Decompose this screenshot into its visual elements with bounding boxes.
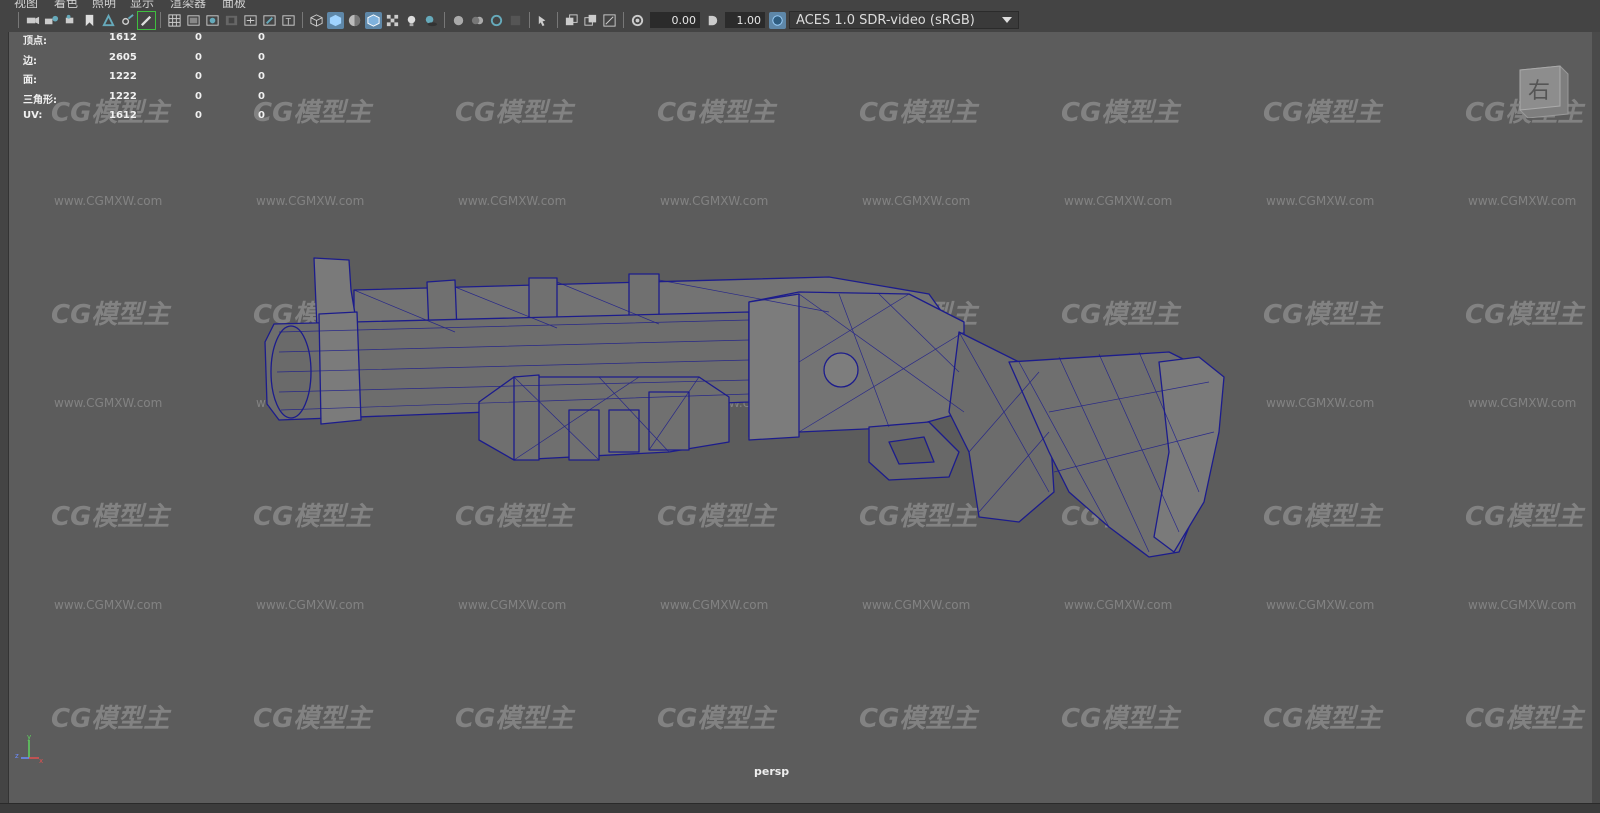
grid-icon[interactable] [166,12,183,29]
menu-view[interactable]: 视图 [14,0,38,8]
field-chart-icon[interactable] [242,12,259,29]
hud-row-faces: 面: 1222 0 0 [23,71,265,87]
xray-icon[interactable] [563,12,580,29]
viewport-persp[interactable]: CG模型主 CG模型主 CG模型主 CG模型主 CG模型主 CG模型主 CG模型… [8,32,1600,803]
multisample-aa-icon[interactable] [488,12,505,29]
xray-joints-icon[interactable] [601,12,618,29]
default-material-icon[interactable] [346,12,363,29]
textured-icon[interactable] [384,12,401,29]
poly-count-hud: 顶点: 1612 0 0 边: 2605 0 0 面: 1222 0 0 三角形: 1222 0 0 U… [23,32,283,130]
axis-gizmo: y z x [15,733,43,764]
image-plane-icon[interactable] [100,12,117,29]
select-camera-icon[interactable] [24,12,41,29]
gate-mask-icon[interactable] [223,12,240,29]
svg-text:x: x [39,757,43,764]
view-transform-value: ACES 1.0 SDR-video (sRGB) [796,12,975,28]
view-cube[interactable]: 右 [1514,62,1570,118]
wireframe-icon[interactable] [308,12,325,29]
depth-of-field-icon[interactable] [507,12,524,29]
resolution-gate-icon[interactable] [204,12,221,29]
safe-title-icon[interactable]: T [280,12,297,29]
svg-text:T: T [285,16,292,26]
camera-name-label: persp [754,765,790,778]
hud-row-uvs: UV: 1612 0 0 [23,110,265,122]
right-edge-panel [1592,32,1600,803]
hud-row-vertices: 顶点: 1612 0 0 [23,32,265,47]
hud-row-triangles: 三角形: 1222 0 0 [23,90,265,106]
panel-toolbar: T 0.00 1.00 ACES 1.0 SDR-video (sRGB) [0,8,1600,32]
camera-attributes-icon[interactable] [43,12,60,29]
xray-active-components-icon[interactable] [582,12,599,29]
smooth-shade-icon[interactable] [327,11,344,29]
gamma-field[interactable]: 1.00 [725,12,765,28]
isolate-select-icon[interactable] [535,12,552,29]
menu-lighting[interactable]: 照明 [92,0,116,8]
menu-shading[interactable]: 着色 [54,0,78,8]
exposure-icon[interactable] [629,12,646,29]
film-gate-icon[interactable] [185,12,202,29]
menu-bar: 视图 着色 照明 显示 渲染器 面板 [0,0,1600,8]
gamma-icon[interactable] [704,12,721,29]
menu-renderer[interactable]: 渲染器 [170,0,206,8]
menu-panels[interactable]: 面板 [222,0,246,8]
grease-pencil-icon[interactable] [137,10,156,30]
2d-pan-zoom-icon[interactable] [119,12,136,29]
shadows-icon[interactable] [422,12,439,29]
svg-text:y: y [27,733,31,741]
view-transform-select[interactable]: ACES 1.0 SDR-video (sRGB) [789,11,1019,29]
bookmark-icon[interactable] [81,12,98,29]
safe-action-icon[interactable] [261,12,278,29]
timeline-strip[interactable] [0,803,1600,813]
use-all-lights-icon[interactable] [403,12,420,29]
bookmarks-icon[interactable] [62,12,79,29]
chevron-down-icon [1002,17,1012,23]
svg-text:z: z [15,752,19,760]
screen-space-ao-icon[interactable] [450,12,467,29]
view-cube-face-label: 右 [1528,79,1550,104]
color-management-icon[interactable] [769,11,786,29]
menu-show[interactable]: 显示 [130,0,154,8]
shotgun-wireframe-model[interactable] [9,32,1600,803]
exposure-field[interactable]: 0.00 [650,12,700,28]
motion-blur-icon[interactable] [469,12,486,29]
wireframe-on-shaded-icon[interactable] [365,11,382,29]
hud-row-edges: 边: 2605 0 0 [23,51,265,67]
